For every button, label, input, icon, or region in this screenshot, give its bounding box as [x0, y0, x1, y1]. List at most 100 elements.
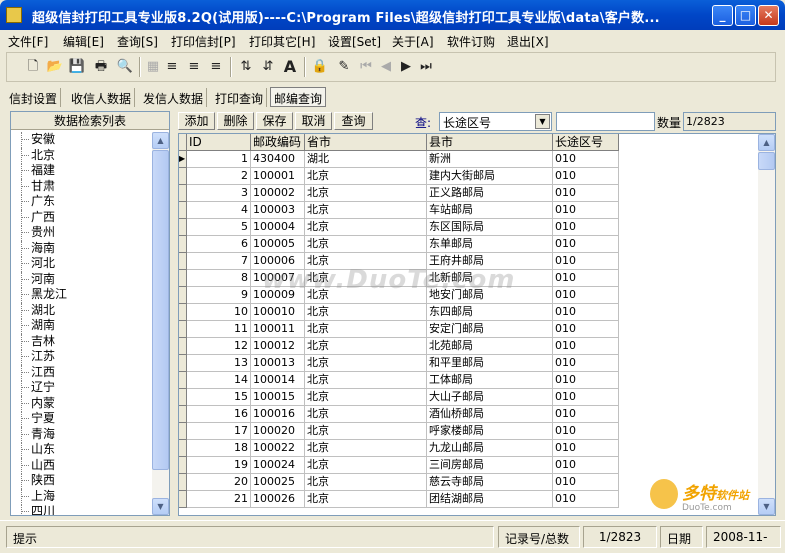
table-cell[interactable]: 5 — [187, 219, 251, 236]
row-indicator[interactable] — [179, 270, 187, 287]
table-cell[interactable]: 010 — [553, 491, 619, 508]
tree-item-province[interactable]: 山东 — [11, 442, 153, 458]
table-cell[interactable]: 1 — [187, 151, 251, 168]
table-cell[interactable]: 东区国际局 — [427, 219, 553, 236]
column-header[interactable]: 长途区号 — [553, 134, 619, 151]
table-cell[interactable]: 北京 — [305, 338, 427, 355]
table-cell[interactable]: 010 — [553, 423, 619, 440]
column-header[interactable]: 省市 — [305, 134, 427, 151]
row-indicator[interactable] — [179, 457, 187, 474]
tree-item-province[interactable]: 内蒙 — [11, 395, 153, 411]
last-record-icon[interactable]: ⏭ — [416, 57, 436, 77]
table-cell[interactable]: 北京 — [305, 440, 427, 457]
save-disk-icon[interactable]: 💾 — [67, 57, 87, 77]
table-cell[interactable]: 010 — [553, 474, 619, 491]
table-cell[interactable]: 新洲 — [427, 151, 553, 168]
tree-item-province[interactable]: 北京 — [11, 147, 153, 163]
chevron-down-icon[interactable]: ▼ — [535, 114, 550, 129]
table-cell[interactable]: 工体邮局 — [427, 372, 553, 389]
table-cell[interactable]: 慈云寺邮局 — [427, 474, 553, 491]
table-cell[interactable]: 北京 — [305, 406, 427, 423]
table-cell[interactable]: 100014 — [251, 372, 305, 389]
query-input[interactable] — [556, 112, 655, 131]
table-cell[interactable]: 北京 — [305, 185, 427, 202]
row-indicator[interactable] — [179, 287, 187, 304]
table-cell[interactable]: 北京 — [305, 423, 427, 440]
table-cell[interactable]: 100022 — [251, 440, 305, 457]
scroll-up-icon[interactable]: ▲ — [758, 134, 775, 151]
table-cell[interactable]: 010 — [553, 338, 619, 355]
table-cell[interactable]: 100016 — [251, 406, 305, 423]
tree-item-province[interactable]: 上海 — [11, 488, 153, 504]
menu-settings[interactable]: 设置[Set] — [328, 33, 381, 50]
table-cell[interactable]: 车站邮局 — [427, 202, 553, 219]
tree-item-province[interactable]: 安徽 — [11, 132, 153, 148]
tree-item-province[interactable]: 吉林 — [11, 333, 153, 349]
table-cell[interactable]: 北京 — [305, 236, 427, 253]
tree-item-province[interactable]: 广东 — [11, 194, 153, 210]
row-indicator[interactable]: ▶ — [179, 151, 187, 168]
row-indicator[interactable] — [179, 474, 187, 491]
table-cell[interactable]: 100020 — [251, 423, 305, 440]
previous-record-icon[interactable]: ◀ — [376, 57, 396, 77]
menu-file[interactable]: 文件[F] — [8, 33, 48, 50]
printer-icon[interactable]: 🖶 — [91, 57, 111, 77]
sort-descending-icon[interactable]: ⇵ — [258, 57, 278, 77]
print-preview-icon[interactable]: 🔍 — [115, 57, 135, 77]
row-indicator[interactable] — [179, 168, 187, 185]
table-cell[interactable]: 酒仙桥邮局 — [427, 406, 553, 423]
column-header[interactable]: 邮政编码 — [251, 134, 305, 151]
table-cell[interactable]: 100010 — [251, 304, 305, 321]
menu-print-other[interactable]: 打印其它[H] — [249, 33, 315, 50]
first-record-icon[interactable]: ⏮ — [356, 57, 376, 77]
tree-item-province[interactable]: 湖北 — [11, 302, 153, 318]
row-indicator[interactable] — [179, 321, 187, 338]
scroll-down-icon[interactable]: ▼ — [152, 498, 169, 515]
font-icon[interactable]: A — [280, 57, 300, 77]
menu-print-envelope[interactable]: 打印信封[P] — [171, 33, 236, 50]
table-cell[interactable]: 9 — [187, 287, 251, 304]
row-indicator[interactable] — [179, 185, 187, 202]
row-indicator[interactable] — [179, 491, 187, 508]
tree-item-province[interactable]: 福建 — [11, 163, 153, 179]
lock-icon[interactable]: 🔒 — [310, 57, 330, 77]
row-indicator[interactable] — [179, 202, 187, 219]
tree-item-province[interactable]: 青海 — [11, 426, 153, 442]
table-cell[interactable]: 北京 — [305, 355, 427, 372]
row-indicator[interactable] — [179, 338, 187, 355]
table-cell[interactable]: 010 — [553, 457, 619, 474]
table-cell[interactable]: 010 — [553, 304, 619, 321]
table-cell[interactable]: 北京 — [305, 321, 427, 338]
table-cell[interactable]: 010 — [553, 168, 619, 185]
table-cell[interactable]: 010 — [553, 151, 619, 168]
tree-item-province[interactable]: 四川 — [11, 504, 153, 515]
table-cell[interactable]: 正义路邮局 — [427, 185, 553, 202]
table-cell[interactable]: 北京 — [305, 372, 427, 389]
table-cell[interactable]: 北京 — [305, 304, 427, 321]
table-cell[interactable]: 北京 — [305, 389, 427, 406]
table-cell[interactable]: 九龙山邮局 — [427, 440, 553, 457]
align-center-icon[interactable]: ≡ — [184, 57, 204, 77]
scroll-thumb[interactable] — [758, 152, 775, 170]
table-cell[interactable]: 北京 — [305, 457, 427, 474]
query-button[interactable]: 查询 — [334, 112, 373, 130]
table-cell[interactable]: 010 — [553, 185, 619, 202]
table-cell[interactable]: 14 — [187, 372, 251, 389]
table-cell[interactable]: 100015 — [251, 389, 305, 406]
tree-item-province[interactable]: 山西 — [11, 457, 153, 473]
table-cell[interactable]: 8 — [187, 270, 251, 287]
table-cell[interactable]: 19 — [187, 457, 251, 474]
postcode-grid[interactable]: ID 邮政编码 省市 县市 长途区号 ▶ 1 430400 湖北 新洲 010 2 100001 北京 建内… — [178, 133, 776, 516]
add-button[interactable]: 添加 — [178, 112, 215, 130]
table-cell[interactable]: 16 — [187, 406, 251, 423]
table-cell[interactable]: 呼家楼邮局 — [427, 423, 553, 440]
tab-print-query[interactable]: 打印查询 — [212, 88, 268, 107]
table-cell[interactable]: 18 — [187, 440, 251, 457]
table-cell[interactable]: 010 — [553, 236, 619, 253]
tree-scrollbar[interactable]: ▲ ▼ — [152, 132, 169, 515]
table-cell[interactable]: 100012 — [251, 338, 305, 355]
table-cell[interactable]: 100024 — [251, 457, 305, 474]
delete-button[interactable]: 删除 — [217, 112, 254, 130]
table-cell[interactable]: 100011 — [251, 321, 305, 338]
table-cell[interactable]: 7 — [187, 253, 251, 270]
